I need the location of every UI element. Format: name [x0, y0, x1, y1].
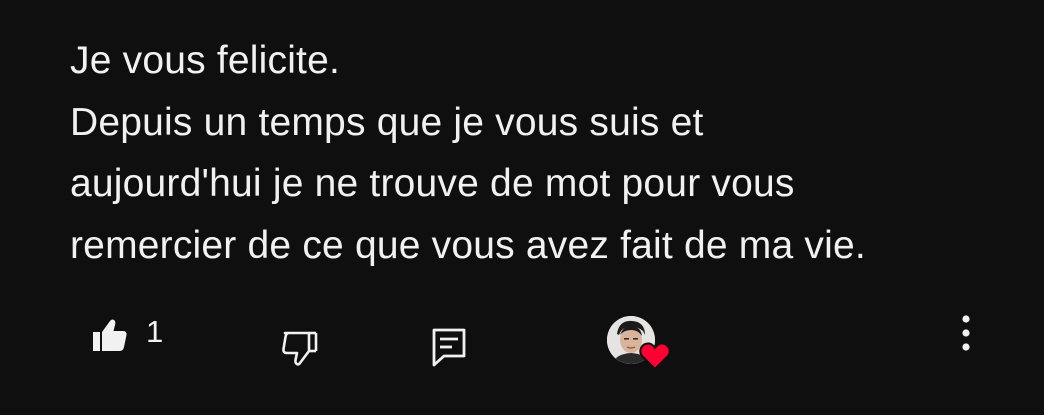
comment-action-bar: 1 [0, 300, 1044, 380]
more-options-button[interactable] [950, 312, 982, 354]
comment-line: aujourd'hui je ne trouve de mot pour vou… [70, 162, 795, 205]
thumbs-down-icon [282, 331, 318, 366]
like-button[interactable] [86, 312, 132, 358]
reply-button[interactable] [427, 324, 471, 370]
creator-heart-badge [605, 314, 673, 376]
thumbs-up-icon [93, 319, 127, 351]
dislike-button[interactable] [276, 326, 322, 372]
reply-comment-icon [432, 328, 466, 367]
comment-body: Je vous felicite. Depuis un temps que je… [70, 30, 1010, 276]
more-vertical-icon [962, 315, 970, 351]
like-count: 1 [146, 314, 164, 349]
heart-icon [639, 342, 671, 371]
comment-card: Je vous felicite. Depuis un temps que je… [0, 0, 1044, 415]
comment-line: remercier de ce que vous avez fait de ma… [70, 223, 866, 267]
comment-line: Je vous felicite. [70, 39, 341, 82]
comment-line: Depuis un temps que je vous suis et [70, 100, 704, 144]
